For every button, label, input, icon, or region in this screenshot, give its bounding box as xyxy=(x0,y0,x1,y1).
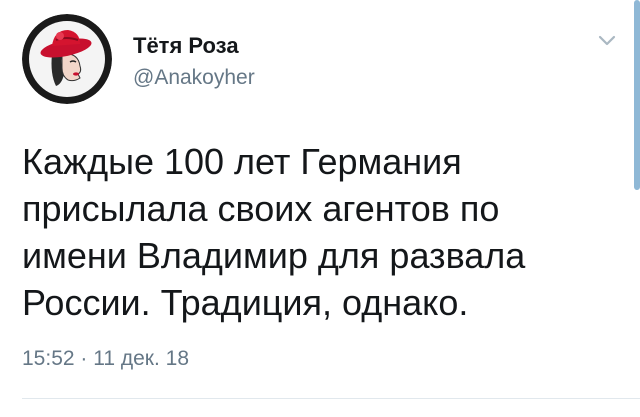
tweet-card: Тётя Роза @Anakoyher Каждые 100 лет Герм… xyxy=(0,0,640,417)
woman-in-red-hat-icon xyxy=(22,14,112,104)
divider xyxy=(22,398,640,399)
tweet-text-line: Каждые 100 лет Германия xyxy=(22,141,462,182)
tweet-text-line: России. Традиция, однако. xyxy=(22,282,469,323)
tweet-timestamp[interactable]: 15:52 · 11 дек. 18 xyxy=(22,347,189,371)
tweet-text-line: присылала своих агентов по xyxy=(22,188,500,229)
scrollbar[interactable] xyxy=(634,0,640,190)
author-handle[interactable]: @Anakoyher xyxy=(133,66,255,90)
author-display-name[interactable]: Тётя Роза xyxy=(133,33,239,59)
tweet-text: Каждые 100 лет Германия присылала своих … xyxy=(22,138,612,326)
chevron-down-icon[interactable] xyxy=(593,28,621,52)
avatar[interactable] xyxy=(22,14,112,104)
tweet-text-line: имени Владимир для развала xyxy=(22,235,526,276)
